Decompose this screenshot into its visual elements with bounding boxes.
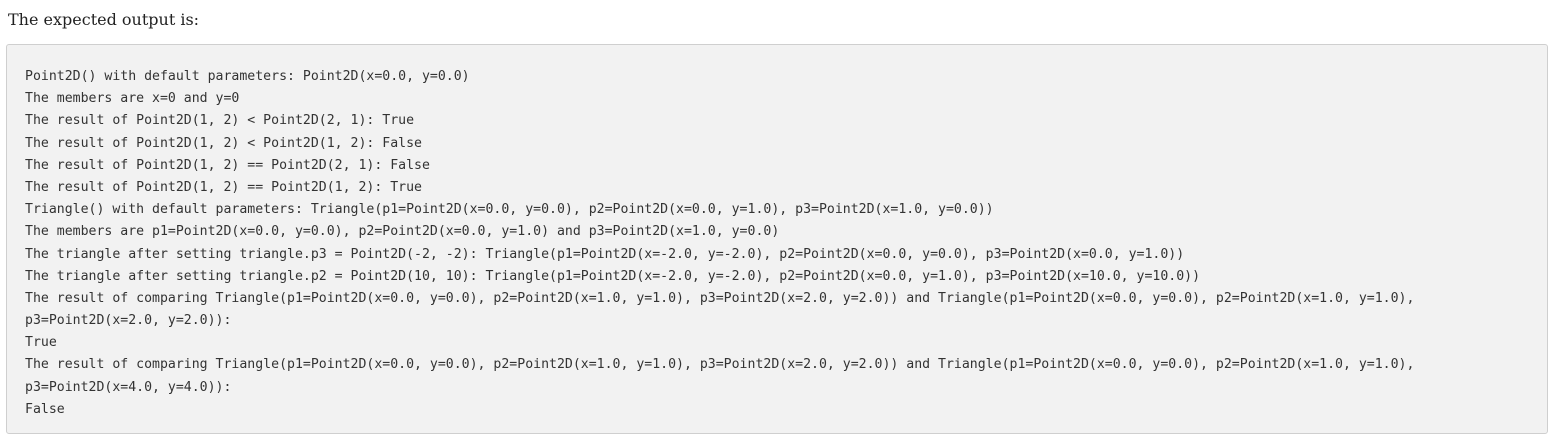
output-line: True <box>25 335 57 351</box>
output-line: p3=Point2D(x=2.0, y=2.0)): <box>25 313 232 329</box>
output-line: False <box>25 401 65 417</box>
output-line: The result of Point2D(1, 2) < Point2D(1,… <box>25 135 422 151</box>
output-line: p3=Point2D(x=4.0, y=4.0)): <box>25 379 232 395</box>
output-line: Point2D() with default parameters: Point… <box>25 69 470 84</box>
output-line: The result of Point2D(1, 2) == Point2D(2… <box>25 157 430 173</box>
output-line: The result of comparing Triangle(p1=Poin… <box>25 290 1415 306</box>
output-line: The result of Point2D(1, 2) == Point2D(1… <box>25 179 422 195</box>
output-line: The members are p1=Point2D(x=0.0, y=0.0)… <box>25 224 780 240</box>
output-line: Triangle() with default parameters: Tria… <box>25 202 994 218</box>
expected-output-block: Point2D() with default parameters: Point… <box>6 44 1548 434</box>
output-line: The triangle after setting triangle.p3 =… <box>25 246 1185 262</box>
output-line: The members are x=0 and y=0 <box>25 91 240 107</box>
output-line: The triangle after setting triangle.p2 =… <box>25 268 1201 284</box>
output-line: The result of comparing Triangle(p1=Poin… <box>25 357 1415 373</box>
intro-text: The expected output is: <box>8 10 200 29</box>
output-line: The result of Point2D(1, 2) < Point2D(2,… <box>25 113 415 129</box>
